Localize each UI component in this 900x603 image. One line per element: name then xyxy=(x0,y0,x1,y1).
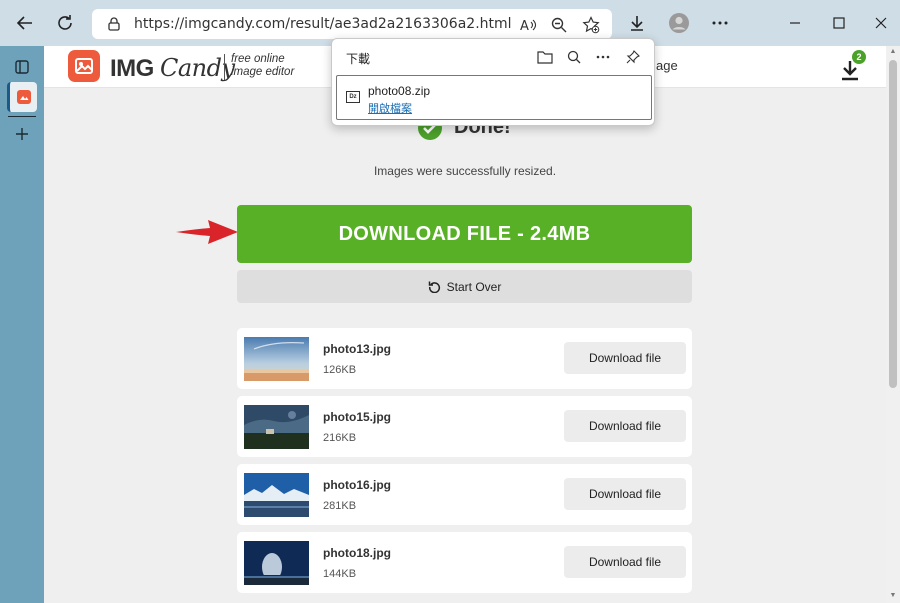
logo-img-text: IMG xyxy=(110,55,154,82)
svg-text:A: A xyxy=(520,19,529,33)
search-icon xyxy=(567,50,581,64)
search-downloads-button[interactable] xyxy=(565,48,583,66)
restart-icon xyxy=(428,281,440,293)
start-over-button[interactable]: Start Over xyxy=(237,270,692,303)
url-text[interactable]: https://imgcandy.com/result/ae3ad2a21633… xyxy=(134,16,512,32)
open-file-link[interactable]: 開啟檔案 xyxy=(368,100,412,116)
scrollbar-thumb[interactable] xyxy=(889,60,897,388)
photo-thumbnail xyxy=(244,541,309,585)
page-scrollbar[interactable]: ▲ ▼ xyxy=(886,46,900,603)
page-content: IMG Candy free online image editor age 2… xyxy=(44,46,886,603)
sidebar-divider xyxy=(8,116,36,117)
file-name: photo15.jpg xyxy=(323,410,391,424)
lock-icon xyxy=(108,17,120,36)
close-icon xyxy=(875,17,887,29)
minimize-button[interactable] xyxy=(780,8,810,38)
minimize-icon xyxy=(790,22,800,24)
imgcandy-logo-icon[interactable] xyxy=(68,50,100,82)
download-item[interactable]: Dz photo08.zip 開啟檔案 xyxy=(336,75,652,120)
scroll-down-icon[interactable]: ▼ xyxy=(889,592,897,600)
site-downloads-button[interactable]: 2 xyxy=(838,50,866,82)
refresh-icon xyxy=(58,15,72,30)
plus-icon xyxy=(16,128,28,140)
back-arrow-icon xyxy=(16,16,32,30)
file-name: photo16.jpg xyxy=(323,478,391,492)
refresh-button[interactable] xyxy=(50,8,80,38)
maximize-icon xyxy=(833,17,845,29)
download-file-button[interactable]: Download file xyxy=(564,342,686,374)
red-pointer-arrow-icon xyxy=(174,217,240,252)
download-file-button[interactable]: Download file xyxy=(564,478,686,510)
download-file-button[interactable]: Download file xyxy=(564,410,686,442)
avatar-icon xyxy=(669,13,689,33)
download-file-name: photo08.zip xyxy=(368,84,431,98)
pin-icon xyxy=(626,50,640,64)
maximize-button[interactable] xyxy=(824,8,854,38)
downloads-title: 下載 xyxy=(346,52,371,66)
more-dots-icon xyxy=(596,55,610,59)
tagline: free online image editor xyxy=(231,53,294,79)
settings-menu-button[interactable] xyxy=(705,8,735,38)
file-card: photo13.jpg 126KB Download file xyxy=(237,328,692,389)
back-button[interactable] xyxy=(10,8,40,38)
tabs-icon xyxy=(15,60,29,74)
logo-wordmark[interactable]: IMG Candy xyxy=(110,54,235,83)
downloads-button[interactable] xyxy=(622,8,652,38)
logo-separator xyxy=(224,54,225,80)
downloads-flyout: 下載 Dz photo08.zip 開啟檔案 xyxy=(331,38,655,126)
profile-button[interactable] xyxy=(664,8,694,38)
file-size: 144KB xyxy=(323,568,357,580)
tagline-line1: free online xyxy=(231,53,285,65)
read-aloud-icon[interactable]: A xyxy=(520,16,538,34)
imgcandy-favicon-icon xyxy=(16,90,31,104)
address-bar[interactable]: https://imgcandy.com/result/ae3ad2a21633… xyxy=(92,9,612,39)
zip-file-icon: Dz xyxy=(346,91,360,103)
more-options-button[interactable] xyxy=(594,48,612,66)
close-window-button[interactable] xyxy=(866,8,896,38)
add-favorite-icon[interactable] xyxy=(582,16,600,34)
download-icon xyxy=(631,16,643,31)
zoom-icon[interactable] xyxy=(550,16,568,34)
result-subtitle: Images were successfully resized. xyxy=(373,164,557,178)
file-name: photo13.jpg xyxy=(323,342,391,356)
vertical-tab-imgcandy[interactable] xyxy=(7,82,37,112)
open-folder-button[interactable] xyxy=(536,48,554,66)
tagline-line2: image editor xyxy=(231,66,295,78)
photo-thumbnail xyxy=(244,405,309,449)
file-size: 126KB xyxy=(323,364,357,376)
file-name: photo18.jpg xyxy=(323,546,391,560)
folder-icon xyxy=(537,51,553,64)
photo-thumbnail xyxy=(244,337,309,381)
more-dots-icon xyxy=(712,21,728,25)
new-tab-button[interactable] xyxy=(7,119,37,149)
start-over-label: Start Over xyxy=(446,279,502,294)
photo-thumbnail xyxy=(244,473,309,517)
download-file-button[interactable]: Download file xyxy=(564,546,686,578)
file-card: photo18.jpg 144KB Download file xyxy=(237,532,692,593)
file-card: photo15.jpg 216KB Download file xyxy=(237,396,692,457)
scroll-up-icon[interactable]: ▲ xyxy=(889,48,897,56)
pin-button[interactable] xyxy=(624,48,642,66)
file-card: photo16.jpg 281KB Download file xyxy=(237,464,692,525)
tab-actions-button[interactable] xyxy=(7,52,37,82)
nav-link[interactable]: age xyxy=(656,58,678,73)
file-size: 216KB xyxy=(323,432,357,444)
file-size: 281KB xyxy=(323,500,357,512)
browser-sidebar xyxy=(0,46,44,603)
download-count-badge: 2 xyxy=(852,50,866,64)
download-all-button[interactable]: DOWNLOAD FILE - 2.4MB xyxy=(237,205,692,263)
